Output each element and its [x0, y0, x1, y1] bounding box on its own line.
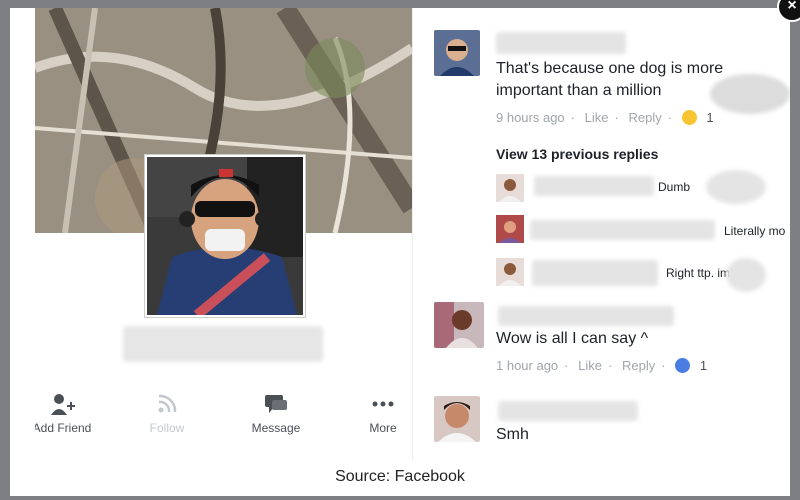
comment-meta: 1 hour ago · Like · Reply · 1	[496, 358, 708, 373]
profile-name-redacted	[123, 326, 323, 362]
comment-meta: 9 hours ago · Like · Reply · 1	[496, 110, 714, 125]
like-link[interactable]: Like	[578, 358, 602, 373]
redacted-word	[710, 74, 790, 114]
image-caption: Source: Facebook	[10, 460, 790, 496]
follow-label: Follow	[149, 421, 185, 435]
comment-text: Smh	[496, 426, 529, 443]
reaction-count: 1	[699, 358, 708, 373]
haha-emoji-icon	[681, 110, 697, 125]
reply-redacted	[726, 258, 766, 292]
commenter-avatar[interactable]	[434, 30, 480, 76]
more-label: More	[369, 421, 397, 435]
reply-avatar[interactable]	[496, 174, 524, 202]
add-friend-button[interactable]: Add Friend	[35, 391, 107, 435]
commenter-name-redacted	[498, 401, 638, 421]
view-previous-replies-link[interactable]: View 13 previous replies	[496, 146, 658, 162]
message-button[interactable]: Message	[231, 391, 321, 435]
profile-actions: Add Friend Follow Message More	[35, 383, 412, 443]
like-link[interactable]: Like	[585, 110, 609, 125]
add-friend-icon	[51, 394, 75, 415]
profile-card: Add Friend Follow Message More	[35, 8, 413, 460]
message-label: Message	[251, 421, 301, 435]
reply-avatar[interactable]	[496, 258, 524, 286]
reply-redacted	[706, 170, 766, 204]
add-friend-label: Add Friend	[35, 421, 92, 435]
reply-avatar[interactable]	[496, 215, 524, 243]
like-thumb-icon	[675, 358, 691, 373]
more-button[interactable]: More	[338, 391, 412, 435]
commenter-name-redacted	[498, 306, 674, 326]
reply-link[interactable]: Reply	[622, 358, 655, 373]
reply-text: Literally mo	[724, 224, 786, 238]
message-icon	[265, 395, 287, 413]
follow-button[interactable]: Follow	[122, 391, 212, 435]
reply-name-redacted	[530, 220, 715, 240]
reply-link[interactable]: Reply	[628, 110, 661, 125]
reaction-count: 1	[706, 110, 714, 125]
commenter-name-redacted	[496, 32, 626, 54]
rss-icon	[158, 394, 177, 413]
reply-name-redacted	[532, 260, 658, 286]
profile-avatar[interactable]	[145, 155, 305, 317]
more-dots-icon	[372, 401, 394, 407]
commenter-avatar[interactable]	[434, 396, 480, 442]
lightbox-frame: Add Friend Follow Message More That's be…	[10, 8, 790, 496]
comment-time: 1 hour ago	[496, 358, 559, 373]
reply-name-redacted	[534, 176, 654, 196]
comment-text: Wow is all I can say ^	[496, 330, 649, 347]
reply-text: Dumb	[658, 180, 691, 194]
comments-panel: That's because one dog is more important…	[420, 8, 790, 460]
commenter-avatar[interactable]	[434, 302, 484, 348]
comment-time: 9 hours ago	[496, 110, 565, 125]
